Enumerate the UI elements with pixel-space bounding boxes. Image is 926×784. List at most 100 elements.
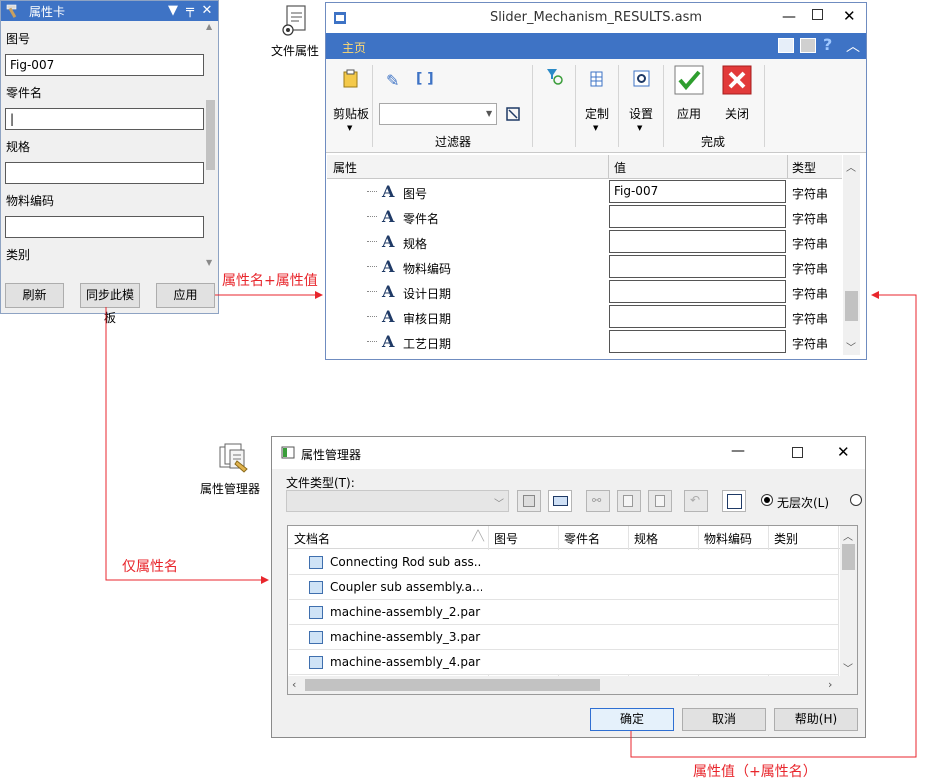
sync-template-button[interactable]: 同步此模板 bbox=[80, 283, 140, 325]
field-input-material-code[interactable] bbox=[5, 216, 204, 238]
minimize-icon[interactable]: — bbox=[731, 443, 745, 459]
filter-refresh-icon[interactable] bbox=[545, 67, 563, 85]
radio-hierarchy[interactable] bbox=[850, 494, 862, 506]
property-row[interactable]: A 图号 Fig-007 字符串 bbox=[327, 179, 842, 204]
table-row[interactable]: machine-assembly_4.par bbox=[289, 650, 838, 675]
property-row[interactable]: A 物料编码 字符串 bbox=[327, 254, 842, 279]
scroll-thumb[interactable] bbox=[842, 544, 855, 570]
chevron-down-icon[interactable]: ﹀ bbox=[494, 495, 504, 510]
copy-icon[interactable] bbox=[617, 490, 641, 512]
property-row[interactable]: A 零件名 字符串 bbox=[327, 204, 842, 229]
customize-label[interactable]: 定制 bbox=[585, 105, 609, 122]
scroll-thumb[interactable] bbox=[305, 679, 600, 691]
maximize-icon[interactable] bbox=[792, 447, 803, 458]
column-header-doc-name[interactable]: 文档名 bbox=[294, 530, 330, 547]
brackets-icon[interactable]: [ ] bbox=[416, 71, 434, 87]
dropdown-icon[interactable]: ▼ bbox=[165, 2, 181, 20]
scroll-up-icon[interactable]: ︿ bbox=[843, 528, 853, 543]
settings-icon[interactable] bbox=[633, 70, 650, 87]
filter-select[interactable]: ▼ bbox=[379, 103, 497, 125]
collapse-ribbon-icon[interactable]: ︿ bbox=[846, 36, 860, 56]
table-horizontal-scrollbar[interactable]: ‹ › bbox=[288, 676, 857, 694]
field-input-drawing-no[interactable]: Fig-007 bbox=[5, 54, 204, 76]
scroll-thumb[interactable] bbox=[206, 100, 215, 170]
column-header-property[interactable]: 属性 bbox=[333, 159, 357, 176]
radio-no-level-label[interactable]: 无层次(L) bbox=[777, 494, 829, 511]
scroll-thumb[interactable] bbox=[845, 291, 858, 321]
customize-dropdown-icon[interactable]: ▼ bbox=[593, 124, 598, 132]
column-header-category[interactable]: 类别 bbox=[774, 530, 798, 547]
link-icon[interactable]: ⚯ bbox=[586, 490, 610, 512]
paste-icon[interactable] bbox=[648, 490, 672, 512]
column-header-type[interactable]: 类型 bbox=[792, 159, 816, 176]
property-row[interactable]: A 审核日期 字符串 bbox=[327, 304, 842, 329]
table-row[interactable]: Connecting Rod sub ass... bbox=[289, 550, 838, 575]
scroll-right-icon[interactable]: › bbox=[828, 678, 832, 691]
pin-icon[interactable]: ╤ bbox=[182, 2, 198, 20]
scroll-up-icon[interactable]: ▲ bbox=[206, 22, 212, 31]
property-value-field[interactable] bbox=[609, 305, 786, 328]
column-header-part-name[interactable]: 零件名 bbox=[564, 530, 600, 547]
table-vertical-scrollbar[interactable]: ︿ ﹀ bbox=[840, 526, 857, 676]
close-icon[interactable]: ✕ bbox=[843, 7, 856, 25]
save-icon[interactable] bbox=[517, 490, 541, 512]
scroll-down-icon[interactable]: ▼ bbox=[206, 258, 212, 267]
property-value-field[interactable] bbox=[609, 280, 786, 303]
close-x-icon[interactable] bbox=[722, 65, 752, 95]
print-icon[interactable] bbox=[800, 38, 816, 53]
property-row[interactable]: A 设计日期 字符串 bbox=[327, 279, 842, 304]
clipboard-label[interactable]: 剪贴板 bbox=[333, 105, 369, 122]
property-value-field[interactable]: Fig-007 bbox=[609, 180, 786, 203]
column-header-material-code[interactable]: 物料编码 bbox=[704, 530, 752, 547]
customize-icon[interactable] bbox=[589, 71, 605, 87]
property-manager-icon[interactable] bbox=[216, 441, 250, 475]
file-type-select[interactable]: ﹀ bbox=[286, 490, 509, 512]
scroll-left-icon[interactable]: ‹ bbox=[292, 678, 296, 691]
scroll-up-icon[interactable]: ︿ bbox=[846, 159, 856, 174]
column-header-drawing-no[interactable]: 图号 bbox=[494, 530, 518, 547]
field-input-part-name[interactable]: | bbox=[5, 108, 204, 130]
property-grid-scrollbar[interactable]: ︿ ﹀ bbox=[843, 155, 860, 355]
property-card-scrollbar[interactable]: ▲ ▼ bbox=[204, 22, 217, 270]
undo-icon[interactable]: ↶ bbox=[684, 490, 708, 512]
clear-filter-icon[interactable] bbox=[506, 107, 520, 121]
field-input-spec[interactable] bbox=[5, 162, 204, 184]
column-header-spec[interactable]: 规格 bbox=[634, 530, 658, 547]
export-icon[interactable] bbox=[778, 38, 794, 53]
apply-check-icon[interactable] bbox=[674, 65, 704, 95]
property-value-field[interactable] bbox=[609, 330, 786, 353]
file-property-icon[interactable] bbox=[281, 4, 309, 38]
close-icon[interactable]: ✕ bbox=[837, 443, 850, 461]
clipboard-icon[interactable] bbox=[342, 69, 360, 89]
apply-label[interactable]: 应用 bbox=[677, 105, 701, 122]
help-button[interactable]: 帮助(H) bbox=[774, 708, 858, 731]
refresh-button[interactable]: 刷新 bbox=[5, 283, 64, 308]
property-row[interactable]: A 规格 字符串 bbox=[327, 229, 842, 254]
column-header-value[interactable]: 值 bbox=[614, 159, 626, 176]
scroll-down-icon[interactable]: ﹀ bbox=[846, 339, 856, 354]
ok-button[interactable]: 确定 bbox=[590, 708, 674, 731]
close-icon[interactable]: ✕ bbox=[199, 2, 215, 20]
property-row[interactable]: A 工艺日期 字符串 bbox=[327, 329, 842, 354]
chevron-down-icon[interactable]: ▼ bbox=[486, 109, 492, 118]
tab-home[interactable]: 主页 bbox=[342, 39, 366, 56]
property-value-field[interactable] bbox=[609, 230, 786, 253]
scroll-down-icon[interactable]: ﹀ bbox=[843, 660, 853, 675]
minimize-icon[interactable]: — bbox=[782, 9, 796, 25]
table-row[interactable]: machine-assembly_3.par bbox=[289, 625, 838, 650]
table-row[interactable]: Coupler sub assembly.a... bbox=[289, 575, 838, 600]
table-row[interactable]: machine-assembly_2.par bbox=[289, 600, 838, 625]
cancel-button[interactable]: 取消 bbox=[682, 708, 766, 731]
property-value-field[interactable] bbox=[609, 255, 786, 278]
help-icon[interactable]: ? bbox=[823, 35, 832, 54]
settings-label[interactable]: 设置 bbox=[629, 105, 653, 122]
radio-no-level[interactable] bbox=[761, 494, 773, 506]
property-value-field[interactable] bbox=[609, 205, 786, 228]
clipboard-dropdown-icon[interactable]: ▼ bbox=[347, 124, 352, 132]
edit-icon[interactable] bbox=[722, 490, 746, 512]
maximize-icon[interactable] bbox=[812, 9, 823, 20]
settings-dropdown-icon[interactable]: ▼ bbox=[637, 124, 642, 132]
apply-button[interactable]: 应用 bbox=[156, 283, 215, 308]
print-icon[interactable] bbox=[548, 490, 572, 512]
close-label[interactable]: 关闭 bbox=[725, 105, 749, 122]
